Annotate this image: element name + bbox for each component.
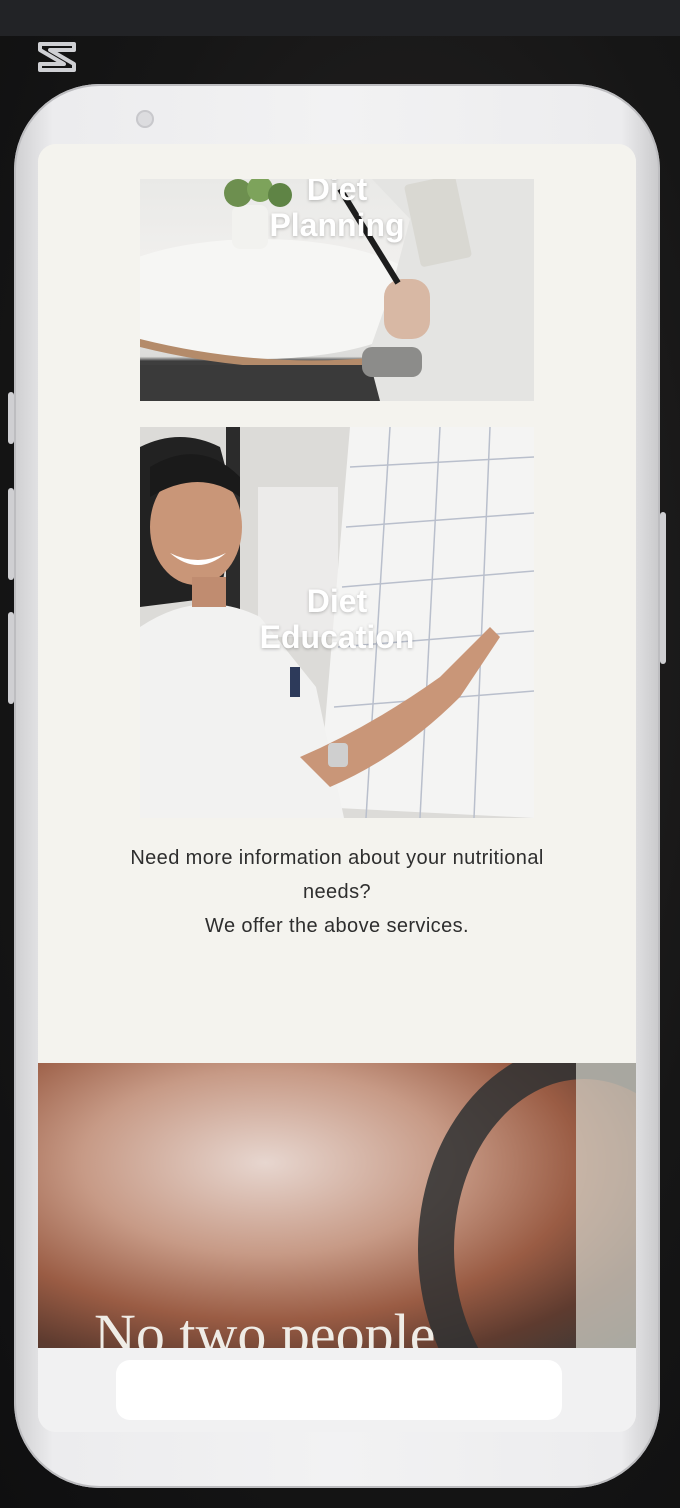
service-card-diet-planning[interactable]: Diet Planning xyxy=(140,179,534,401)
card-title-line: Education xyxy=(259,619,415,655)
info-line: Need more information about your nutriti… xyxy=(130,847,544,869)
info-line: We offer the above services. xyxy=(205,915,469,937)
services-info-text: Need more information about your nutriti… xyxy=(68,841,606,943)
address-bar[interactable] xyxy=(116,1360,562,1420)
hero-heading: No two people xyxy=(94,1302,436,1349)
capcut-logo-icon xyxy=(38,42,76,72)
power-button xyxy=(660,512,666,664)
card-title-line: Diet xyxy=(306,179,368,207)
camera-icon xyxy=(136,110,154,128)
card-title: Diet Education xyxy=(140,583,534,655)
service-card-diet-education[interactable]: Diet Education xyxy=(140,427,534,818)
card-title: Diet Planning xyxy=(140,179,534,243)
browser-bottom-bar xyxy=(38,1348,636,1432)
card-title-line: Planning xyxy=(269,207,405,243)
side-button xyxy=(8,488,14,580)
top-bar xyxy=(0,0,680,36)
status-strip xyxy=(38,144,636,180)
phone-screen: Diet Planning Diet Education Need more i… xyxy=(38,144,636,1432)
side-button xyxy=(8,612,14,704)
card-title-line: Diet xyxy=(306,583,368,619)
info-line: needs? xyxy=(302,881,371,903)
side-button xyxy=(8,392,14,444)
hero-banner: No two people xyxy=(38,1063,636,1348)
